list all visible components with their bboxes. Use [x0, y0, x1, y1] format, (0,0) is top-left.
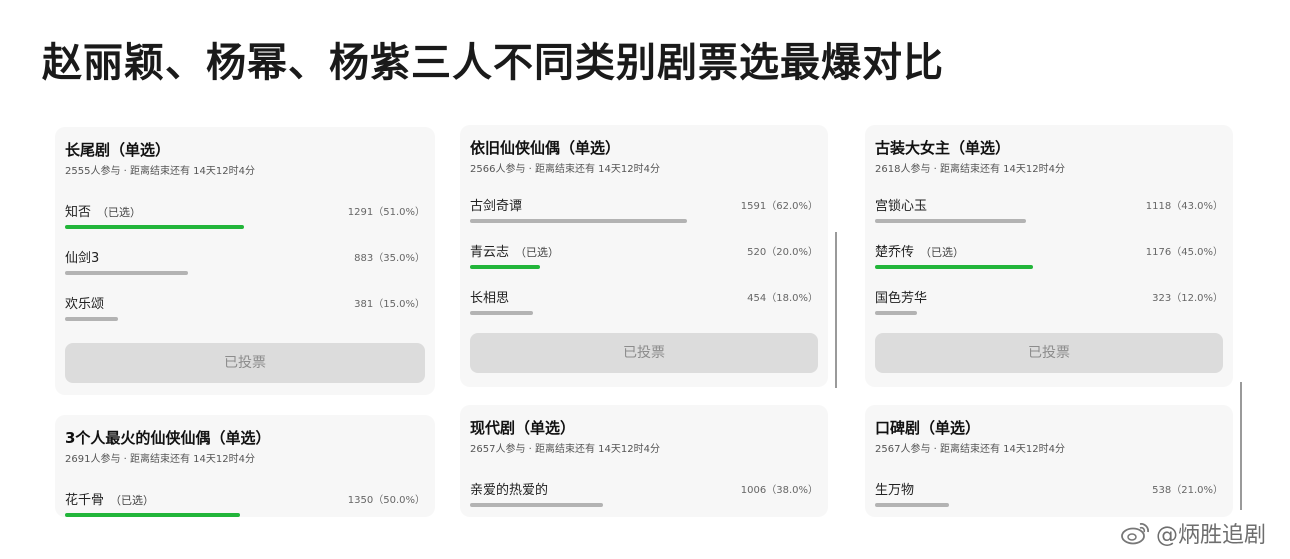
option-bar: [65, 317, 118, 321]
poll-option[interactable]: 欢乐颂 381（15.0%）: [65, 291, 425, 337]
option-count: 883（35.0%）: [354, 253, 425, 264]
option-label: 楚乔传: [875, 245, 915, 260]
option-count: 538（21.0%）: [1152, 485, 1223, 496]
poll-option[interactable]: 宫锁心玉 1118（43.0%）: [875, 193, 1223, 239]
watermark: @炳胜追剧: [1120, 517, 1266, 549]
option-bar: [875, 503, 949, 507]
option-label: 仙剑3: [65, 251, 100, 266]
poll-card-modern: 现代剧（单选） 2657人参与 · 距离结束还有 14天12时4分 亲爱的热爱的…: [460, 405, 828, 517]
option-count: 454（18.0%）: [747, 293, 818, 304]
option-bar: [470, 219, 687, 223]
poll-option[interactable]: 花千骨 （已选） 1350（50.0%）: [65, 487, 425, 517]
option-bar: [875, 265, 1033, 269]
poll-option[interactable]: 青云志 （已选） 520（20.0%）: [470, 239, 818, 285]
option-label: 古剑奇谭: [470, 199, 523, 214]
option-bar: [875, 219, 1026, 223]
option-bar: [470, 265, 540, 269]
voted-tag: （已选）: [97, 206, 142, 219]
option-label: 欢乐颂: [65, 297, 105, 312]
option-count: 1591（62.0%）: [740, 201, 818, 212]
poll-title: 依旧仙侠仙偶（单选）: [470, 139, 621, 157]
option-bar: [65, 513, 240, 517]
poll-meta: 2657人参与 · 距离结束还有 14天12时4分: [470, 444, 660, 455]
option-count: 520（20.0%）: [747, 247, 818, 258]
option-bar: [470, 503, 603, 507]
voted-tag: （已选）: [515, 246, 560, 259]
option-label: 国色芳华: [875, 291, 928, 306]
poll-meta: 2555人参与 · 距离结束还有 14天12时4分: [65, 166, 255, 177]
poll-meta: 2691人参与 · 距离结束还有 14天12时4分: [65, 454, 255, 465]
poll-title: 现代剧（单选）: [470, 419, 576, 437]
poll-meta: 2566人参与 · 距离结束还有 14天12时4分: [470, 164, 660, 175]
poll-meta: 2618人参与 · 距离结束还有 14天12时4分: [875, 164, 1065, 175]
poll-title: 古装大女主（单选）: [875, 139, 1011, 157]
voted-tag: （已选）: [110, 494, 155, 507]
option-count: 381（15.0%）: [354, 299, 425, 310]
option-bar: [65, 225, 244, 229]
option-count: 323（12.0%）: [1152, 293, 1223, 304]
poll-option[interactable]: 仙剑3 883（35.0%）: [65, 245, 425, 291]
poll-card-reputation: 口碑剧（单选） 2567人参与 · 距离结束还有 14天12时4分 生万物 53…: [865, 405, 1233, 517]
scroll-indicator: [835, 232, 837, 388]
page-title: 赵丽颖、杨幂、杨紫三人不同类别剧票选最爆对比: [42, 40, 944, 86]
option-count: 1118（43.0%）: [1145, 201, 1223, 212]
poll-card-long-tail: 长尾剧（单选） 2555人参与 · 距离结束还有 14天12时4分 知否 （已选）…: [55, 127, 435, 395]
option-bar: [875, 311, 917, 315]
poll-title: 3个人最火的仙侠仙偶（单选）: [65, 429, 271, 447]
poll-option[interactable]: 楚乔传 （已选） 1176（45.0%）: [875, 239, 1223, 285]
poll-option[interactable]: 国色芳华 323（12.0%）: [875, 285, 1223, 331]
option-label: 亲爱的热爱的: [470, 483, 549, 498]
voted-tag: （已选）: [920, 246, 965, 259]
poll-card-top-xianxia: 3个人最火的仙侠仙偶（单选） 2691人参与 · 距离结束还有 14天12时4分…: [55, 415, 435, 517]
option-count: 1176（45.0%）: [1145, 247, 1223, 258]
poll-option[interactable]: 知否 （已选） 1291（51.0%）: [65, 199, 425, 245]
option-bar: [65, 271, 188, 275]
watermark-text: @炳胜追剧: [1155, 523, 1266, 548]
voted-button[interactable]: 已投票: [875, 333, 1223, 373]
poll-title: 口碑剧（单选）: [875, 419, 981, 437]
poll-option[interactable]: 生万物 538（21.0%）: [875, 477, 1223, 517]
poll-option[interactable]: 亲爱的热爱的 1006（38.0%）: [470, 477, 818, 517]
poll-meta: 2567人参与 · 距离结束还有 14天12时4分: [875, 444, 1065, 455]
option-count: 1350（50.0%）: [347, 495, 425, 506]
option-count: 1291（51.0%）: [347, 207, 425, 218]
option-label: 宫锁心玉: [875, 199, 928, 214]
option-bar: [470, 311, 533, 315]
scroll-indicator: [1240, 382, 1242, 510]
voted-button[interactable]: 已投票: [65, 343, 425, 383]
option-count: 1006（38.0%）: [740, 485, 818, 496]
poll-option[interactable]: 长相思 454（18.0%）: [470, 285, 818, 331]
poll-card-costume-heroine: 古装大女主（单选） 2618人参与 · 距离结束还有 14天12时4分 宫锁心玉…: [865, 125, 1233, 387]
weibo-icon: [1121, 523, 1149, 545]
poll-title: 长尾剧（单选）: [65, 141, 171, 159]
option-label: 花千骨: [65, 493, 105, 508]
option-label: 生万物: [875, 483, 915, 498]
poll-option[interactable]: 古剑奇谭 1591（62.0%）: [470, 193, 818, 239]
option-label: 知否: [65, 205, 92, 220]
poll-card-xianxia: 依旧仙侠仙偶（单选） 2566人参与 · 距离结束还有 14天12时4分 古剑奇…: [460, 125, 828, 387]
option-label: 青云志: [470, 245, 510, 260]
option-label: 长相思: [470, 291, 510, 306]
voted-button[interactable]: 已投票: [470, 333, 818, 373]
